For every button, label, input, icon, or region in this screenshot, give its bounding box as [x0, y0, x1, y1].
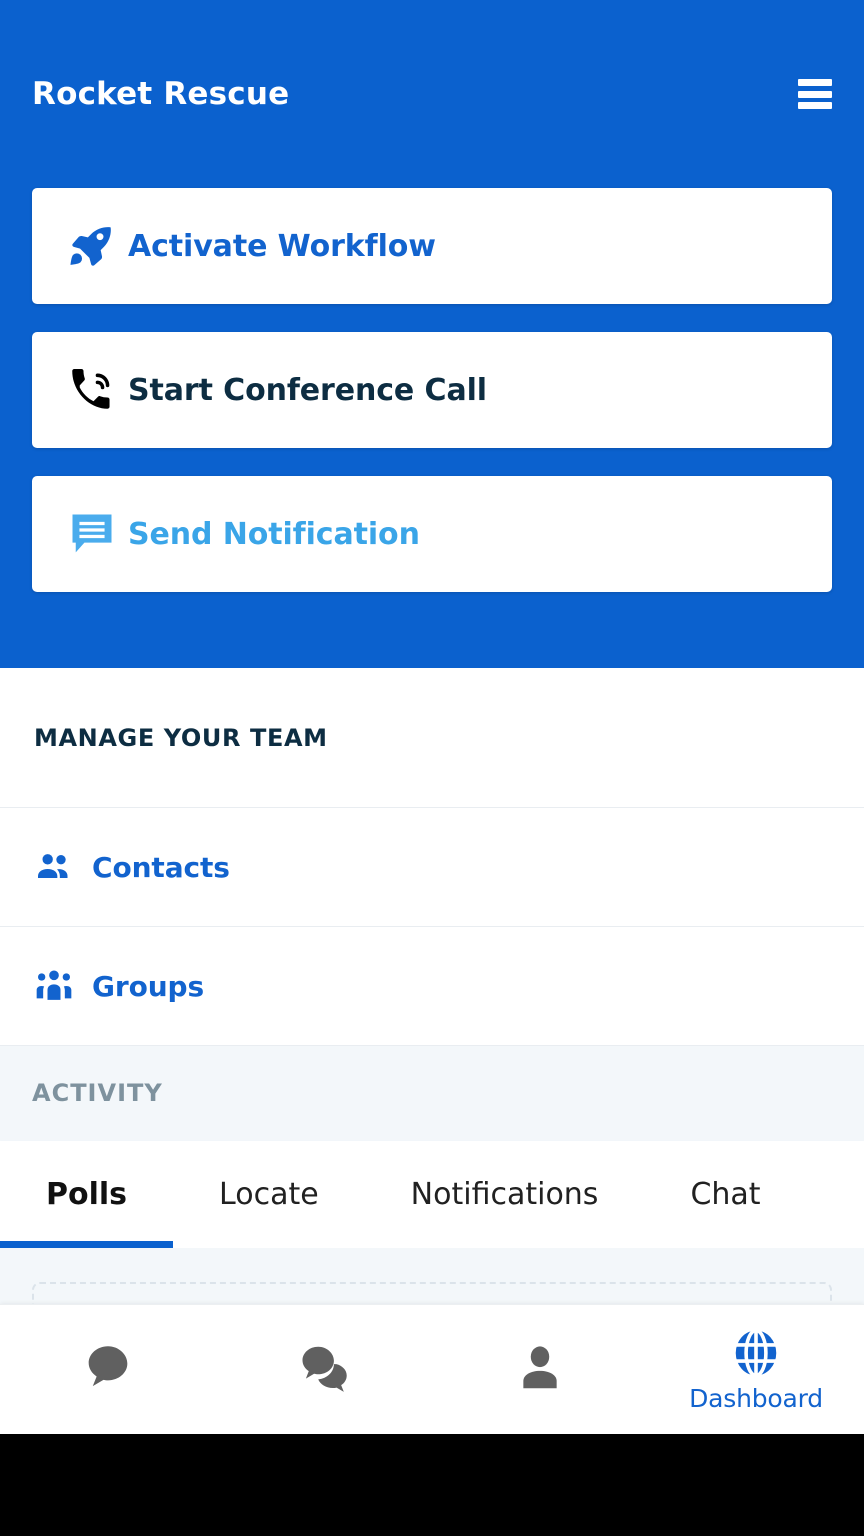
- hero-header: Rocket Rescue Activate Workflow Start Co…: [0, 0, 864, 668]
- tab-notifications[interactable]: Notifications: [365, 1141, 645, 1248]
- tab-locate[interactable]: Locate: [173, 1141, 365, 1248]
- hamburger-bar: [798, 79, 832, 86]
- bottom-navigation-bar: Dashboard: [0, 1304, 864, 1434]
- app-title: Rocket Rescue: [32, 76, 290, 112]
- activate-workflow-button[interactable]: Activate Workflow: [32, 188, 832, 304]
- people-group-icon: [34, 966, 92, 1006]
- start-conference-call-button[interactable]: Start Conference Call: [32, 332, 832, 448]
- person-icon: [513, 1341, 567, 1395]
- message-lines-icon: [66, 508, 128, 560]
- top-app-bar: Rocket Rescue: [32, 0, 832, 188]
- chat-bubble-icon: [79, 1339, 137, 1397]
- manage-team-header: MANAGE YOUR TEAM: [0, 668, 864, 808]
- device-home-indicator-bar: [0, 1434, 864, 1536]
- nav-item-chats[interactable]: [216, 1305, 432, 1434]
- tab-label: Chat: [690, 1176, 761, 1212]
- activity-title: ACTIVITY: [32, 1079, 163, 1108]
- sidebar-item-contacts[interactable]: Contacts: [0, 808, 864, 927]
- activity-section-header: ACTIVITY: [0, 1046, 864, 1141]
- manage-team-section: MANAGE YOUR TEAM Contacts Groups: [0, 668, 864, 1046]
- globe-icon: [729, 1326, 783, 1380]
- tab-polls[interactable]: Polls: [0, 1141, 174, 1248]
- send-notification-label: Send Notification: [128, 516, 420, 552]
- activity-tab-bar[interactable]: Polls Locate Notifications Chat: [0, 1140, 864, 1248]
- sidebar-item-label: Contacts: [92, 850, 230, 884]
- nav-item-chat-bubble[interactable]: [0, 1305, 216, 1434]
- quick-action-list: Activate Workflow Start Conference Call: [32, 188, 832, 592]
- phone-ring-icon: [66, 365, 128, 415]
- tab-label: Locate: [219, 1176, 319, 1212]
- nav-item-profile[interactable]: [432, 1305, 648, 1434]
- activate-workflow-label: Activate Workflow: [128, 228, 436, 264]
- hamburger-bar: [798, 102, 832, 109]
- start-conference-call-label: Start Conference Call: [128, 372, 487, 408]
- hamburger-icon[interactable]: [792, 77, 832, 111]
- send-notification-button[interactable]: Send Notification: [32, 476, 832, 592]
- app-screen: Rocket Rescue Activate Workflow Start Co…: [0, 0, 864, 1536]
- sidebar-item-groups[interactable]: Groups: [0, 927, 864, 1046]
- nav-item-label: Dashboard: [689, 1384, 823, 1413]
- chat-bubbles-icon: [295, 1339, 353, 1397]
- nav-item-dashboard[interactable]: Dashboard: [648, 1305, 864, 1434]
- tab-chat[interactable]: Chat: [644, 1141, 806, 1248]
- hamburger-bar: [798, 90, 832, 98]
- rocket-icon: [66, 220, 128, 272]
- sidebar-item-label: Groups: [92, 969, 205, 1003]
- tab-label: Polls: [46, 1176, 128, 1212]
- tab-label: Notifications: [410, 1176, 599, 1212]
- manage-team-title: MANAGE YOUR TEAM: [34, 723, 328, 752]
- people-two-icon: [34, 847, 92, 887]
